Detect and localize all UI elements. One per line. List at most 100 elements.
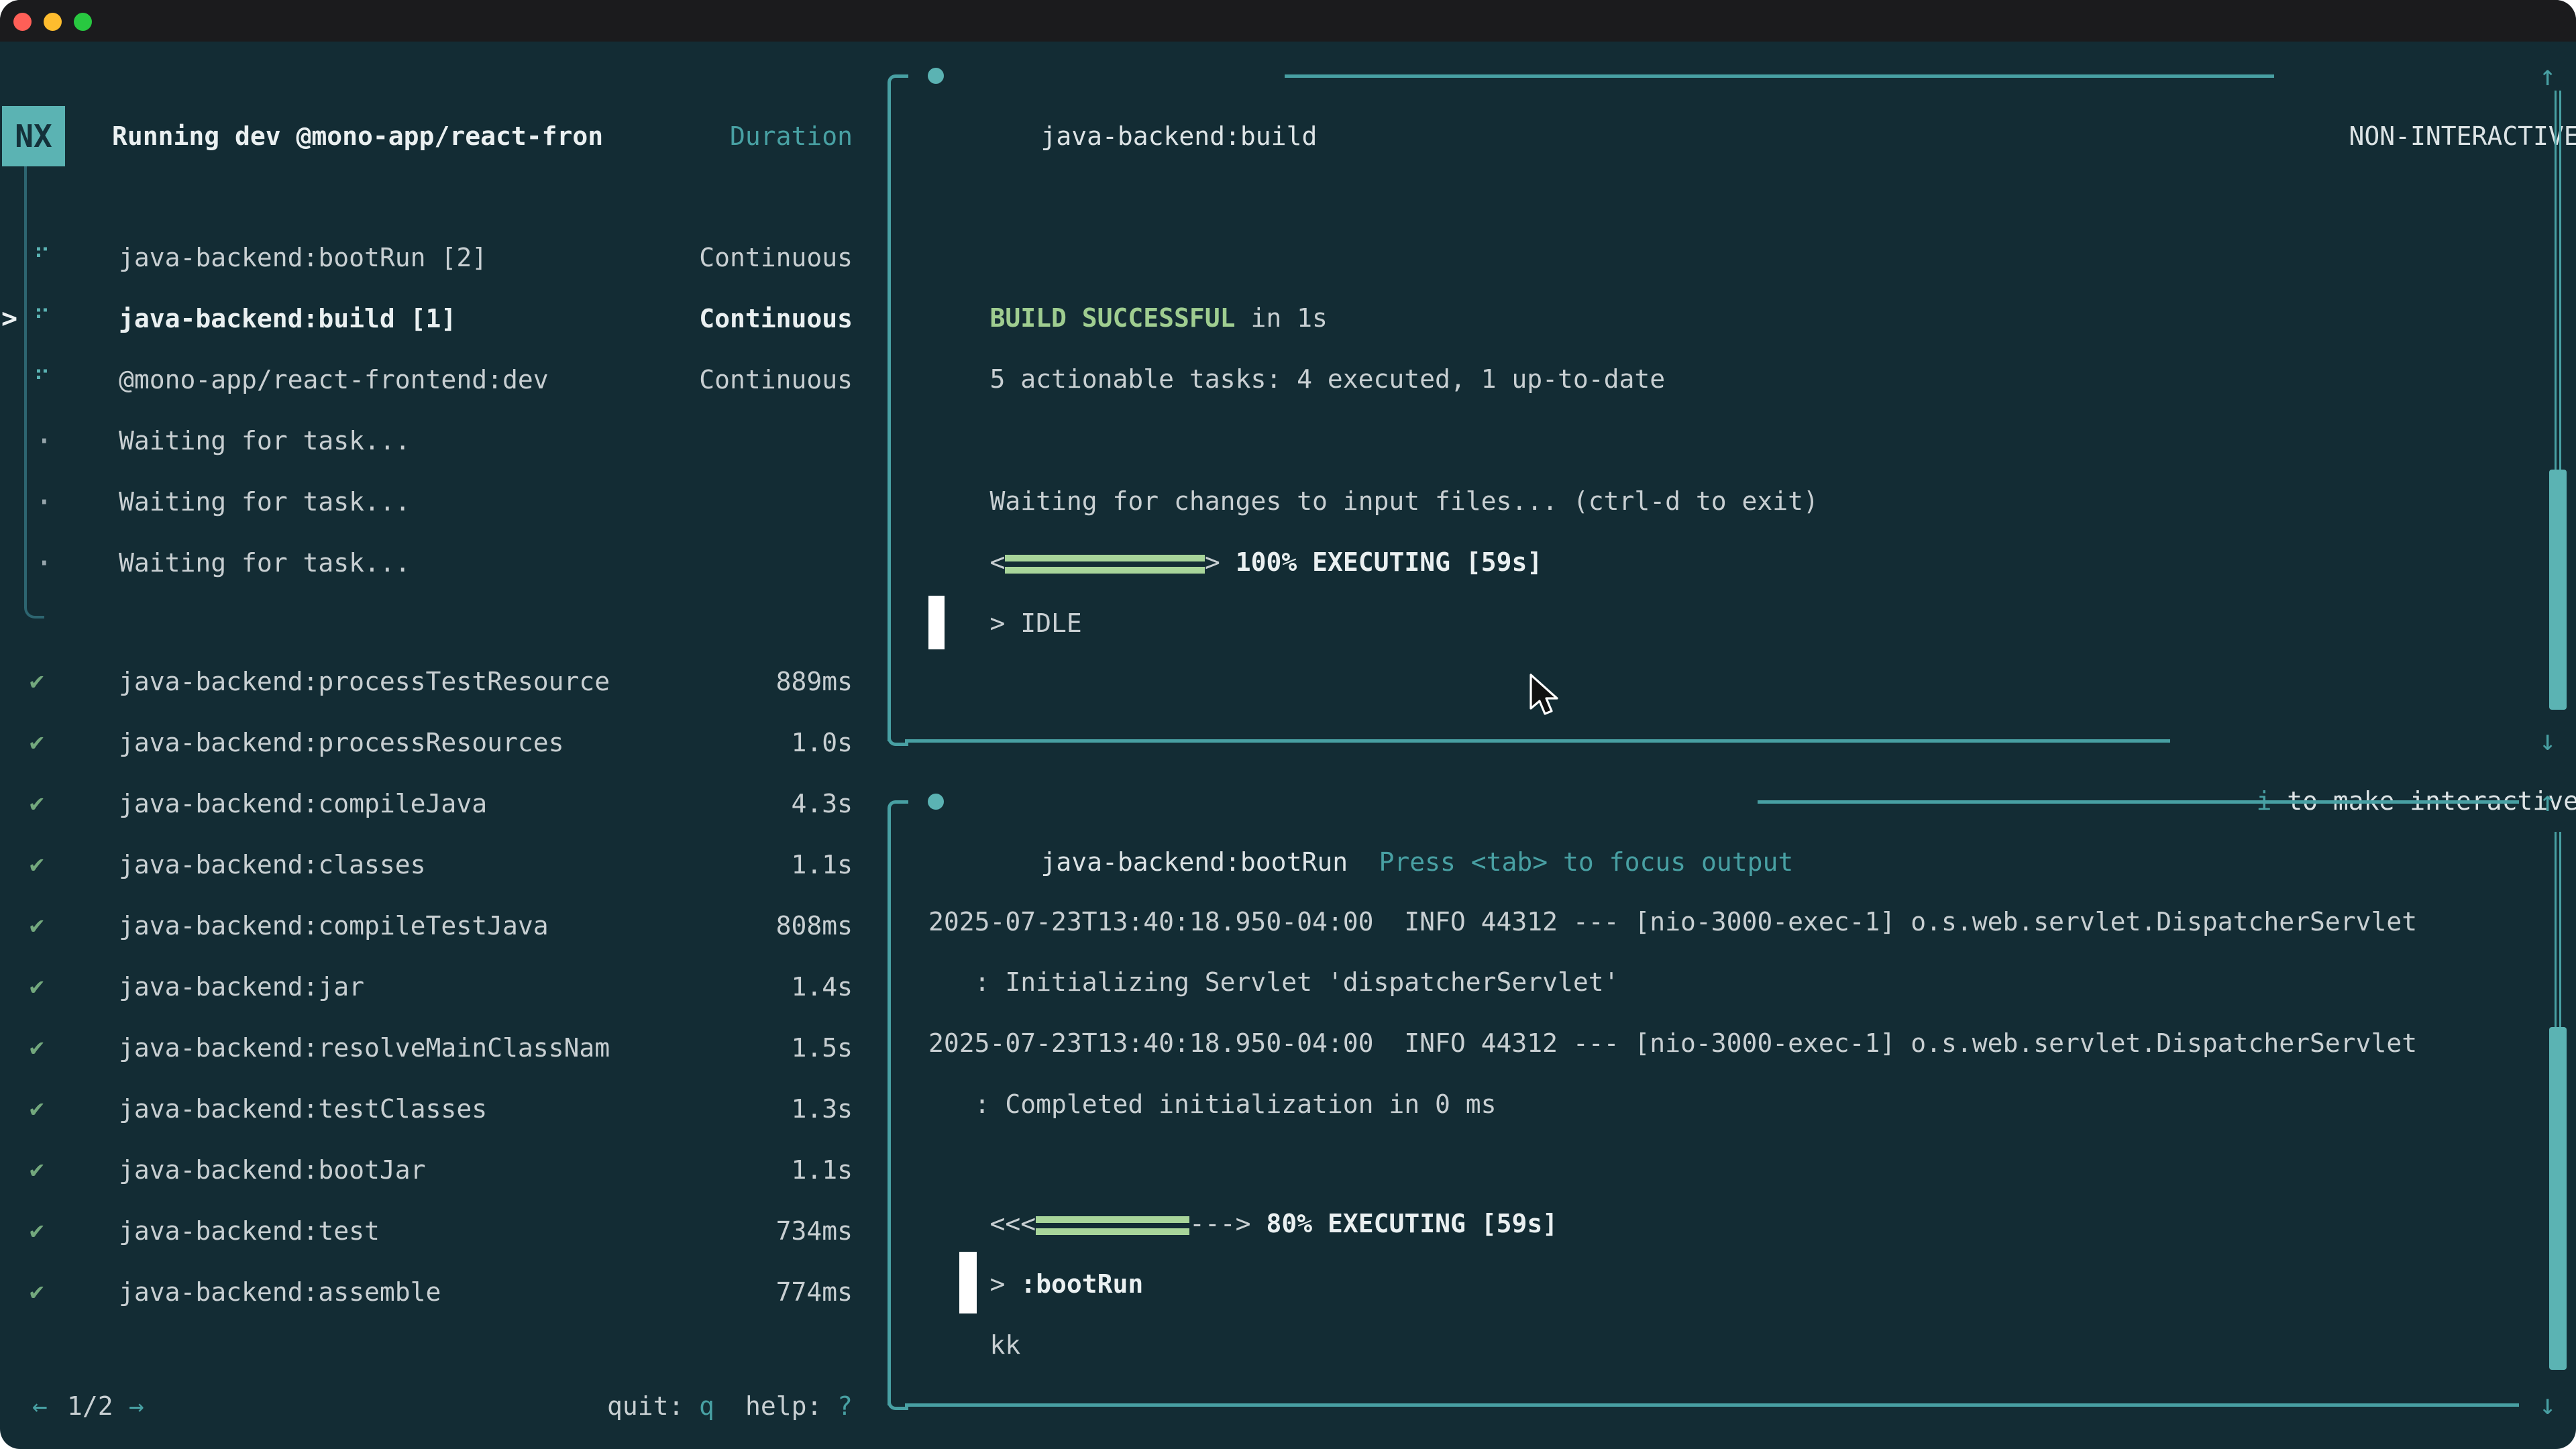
task-duration: 1.0s [791,712,853,773]
build-panel-scroll-up-icon[interactable]: ↑ [2539,46,2556,106]
minimize-button[interactable] [44,13,62,31]
build-panel-header-rule [1285,74,2274,78]
task-name: java-backend:test [119,1201,380,1261]
build-idle-line: > IDLE [928,533,1082,593]
task-row-running-bootrun[interactable]: ⠋ java-backend:bootRun [2] Continuous [0,227,853,288]
task-row-done[interactable]: ✔ java-backend:classes 1.1s [0,835,853,895]
mouse-cursor [1527,674,1560,719]
zoom-button[interactable] [74,13,92,31]
check-icon: ✔ [30,896,44,956]
quit-hint-key: q [699,1376,714,1436]
waiting-dot-icon: · [35,533,54,593]
build-panel-left-border [888,87,891,741]
bootrun-panel-header-rule [1758,800,2519,804]
task-name: java-backend:testClasses [119,1079,487,1139]
page-prev-arrow-icon[interactable]: ← [32,1376,48,1436]
task-row-done[interactable]: ✔ java-backend:processResources 1.0s [0,712,853,773]
check-icon: ✔ [30,957,44,1017]
bootrun-terminal-cursor [959,1252,977,1313]
task-row-done[interactable]: ✔ java-backend:processTestResource 889ms [0,651,853,712]
task-name: java-backend:jar [119,957,364,1017]
window-titlebar [0,0,2576,42]
check-icon: ✔ [30,712,44,773]
task-name: java-backend:compileJava [119,773,487,834]
typed-text: kk [990,1330,1021,1360]
prompt-task: :bootRun [1020,1269,1143,1299]
task-duration: Continuous [699,288,853,349]
task-row-running-dev[interactable]: ⠋ @mono-app/react-frontend:dev Continuou… [0,350,853,410]
progress-label: 80% EXECUTING [59s] [1266,1209,1558,1238]
task-duration: Continuous [699,350,853,410]
build-panel-title: java-backend:build [1041,121,1318,151]
build-panel-badge: NON-INTERACTIVE [2288,46,2576,106]
bootrun-panel-scrollbar-track[interactable] [2555,832,2561,1027]
page-indicator: 1/2 [67,1376,113,1436]
task-duration: 1.1s [791,1140,853,1200]
spinner-icon: ⠋ [34,288,50,349]
task-row-done[interactable]: ✔ java-backend:resolveMainClassNam 1.5s [0,1018,853,1078]
task-row-done[interactable]: ✔ java-backend:jar 1.4s [0,957,853,1017]
task-duration: 4.3s [791,773,853,834]
spinner-icon: ⠋ [34,227,50,288]
bootrun-focus-hint: Press <tab> to focus output [1318,771,1793,832]
task-duration: 774ms [776,1262,853,1322]
close-button[interactable] [13,13,32,31]
bootrun-panel-scroll-up-icon[interactable]: ↑ [2539,771,2556,832]
check-icon: ✔ [30,1079,44,1139]
build-progress-line: <═════════════>100% EXECUTING [59s] [928,472,1542,532]
task-name: java-backend:classes [119,835,426,895]
task-row-waiting[interactable]: · Waiting for task... [0,472,853,532]
build-panel-status-dot [928,68,944,84]
task-name: java-backend:compileTestJava [119,896,549,956]
task-row-waiting[interactable]: · Waiting for task... [0,411,853,471]
task-name: java-backend:assemble [119,1262,441,1322]
build-output-line: BUILD SUCCESSFUL in 1s [928,227,1328,288]
task-duration: 808ms [776,896,853,956]
sidebar-footer: ← 1/2 → quit: q help: ? [0,1376,853,1436]
task-row-done[interactable]: ✔ java-backend:testClasses 1.3s [0,1079,853,1139]
task-row-running-build-selected[interactable]: ⠋ java-backend:build [1] Continuous [0,288,853,349]
task-duration: 1.3s [791,1079,853,1139]
task-duration: 1.1s [791,835,853,895]
bootrun-panel-scrollbar-thumb[interactable] [2549,1027,2567,1370]
spinner-icon: ⠋ [34,350,50,410]
task-row-done[interactable]: ✔ java-backend:assemble 774ms [0,1262,853,1322]
bootrun-panel-scroll-down-icon[interactable]: ↓ [2539,1375,2556,1435]
page-next-arrow-icon[interactable]: → [129,1376,144,1436]
build-panel-bottom-border [905,739,2170,743]
waiting-dot-icon: · [35,472,54,532]
build-terminal-cursor [928,596,945,649]
build-output-line: Waiting for changes to input files... (c… [928,411,1819,471]
task-row-waiting[interactable]: · Waiting for task... [0,533,853,593]
log-line: 2025-07-23T13:40:18.950-04:00 INFO 44312… [928,1013,2417,1073]
check-icon: ✔ [30,1140,44,1200]
interactive-hint: i to make interactive [2195,710,2576,771]
task-duration: Continuous [699,227,853,288]
task-name: Waiting for task... [119,411,411,471]
log-line: 2025-07-23T13:40:18.950-04:00 INFO 44312… [928,892,2417,952]
quit-hint-label: quit: [607,1376,684,1436]
build-panel-scrollbar-track[interactable] [2555,91,2561,470]
task-row-done[interactable]: ✔ java-backend:compileJava 4.3s [0,773,853,834]
task-name: java-backend:bootJar [119,1140,426,1200]
task-duration: 734ms [776,1201,853,1261]
task-row-done[interactable]: ✔ java-backend:test 734ms [0,1201,853,1261]
build-output-line: 5 actionable tasks: 4 executed, 1 up-to-… [928,288,1665,349]
log-line: : Completed initialization in 0 ms [928,1074,1496,1134]
build-panel-scroll-down-icon[interactable]: ↓ [2539,710,2556,771]
bootrun-task-line: > :bootRun [928,1193,1143,1254]
check-icon: ✔ [30,835,44,895]
task-name: java-backend:build [1] [119,288,456,349]
build-panel-scrollbar-thumb[interactable] [2549,470,2567,710]
task-name: @mono-app/react-frontend:dev [119,350,549,410]
task-row-done[interactable]: ✔ java-backend:bootJar 1.1s [0,1140,853,1200]
task-name: java-backend:processTestResource [119,651,610,712]
task-duration: 1.4s [791,957,853,1017]
build-panel-header: java-backend:build [979,46,1317,106]
bootrun-panel-bottom-border [905,1403,2519,1407]
check-icon: ✔ [30,1262,44,1322]
progress-label: 100% EXECUTING [59s] [1236,547,1543,577]
check-icon: ✔ [30,1018,44,1078]
task-row-done[interactable]: ✔ java-backend:compileTestJava 808ms [0,896,853,956]
help-hint-label: help: [745,1376,822,1436]
